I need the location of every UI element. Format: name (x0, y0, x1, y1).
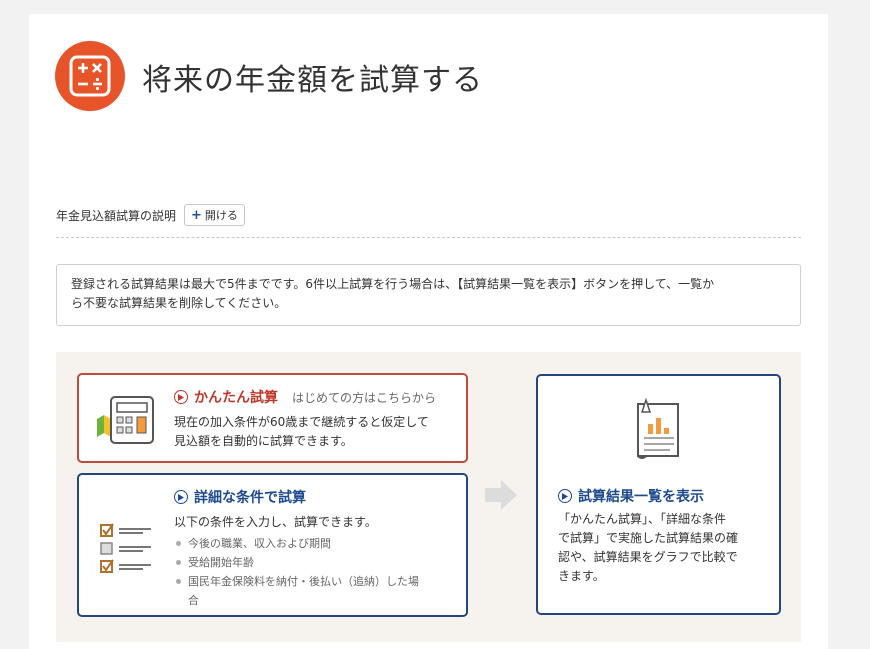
explain-row: 年金見込額試算の説明 + 開ける (56, 204, 245, 226)
easy-calculation-card[interactable]: かんたん試算 はじめての方はこちらから 現在の加入条件が60歳まで継続すると仮定… (77, 373, 468, 463)
easy-description: 現在の加入条件が60歳まで継続すると仮定して 見込額を自動的に試算できます。 (174, 413, 429, 451)
results-list-title: 試算結果一覧を表示 (558, 486, 704, 506)
list-item: 国民年金保険料を納付・後払い（追納）した場合 (174, 572, 419, 610)
list-item: 受給開始年齢 (174, 553, 419, 572)
page-title: 将来の年金額を試算する (142, 63, 483, 98)
options-panel: かんたん試算 はじめての方はこちらから 現在の加入条件が60歳まで継続すると仮定… (56, 352, 801, 642)
play-circle-icon (174, 390, 188, 404)
results-list-description: 「かんたん試算」、「詳細な条件 で試算」で実施した試算結果の確 認や、試算結果を… (558, 510, 738, 586)
open-button-label: 開ける (204, 209, 238, 222)
detail-title-text: 詳細な条件で試算 (194, 490, 306, 506)
explain-label: 年金見込額試算の説明 (56, 208, 177, 223)
notice-line-1: 登録される試算結果は最大で5件までです。6件以上試算を行う場合は、【試算結果一覧… (71, 277, 715, 291)
checklist-icon (99, 523, 155, 579)
open-button[interactable]: + 開ける (184, 204, 245, 226)
calculator-symbols-icon (55, 41, 125, 111)
list-desc-line: 認や、試算結果をグラフで比較で (558, 550, 738, 564)
list-title-text: 試算結果一覧を表示 (578, 489, 704, 505)
list-item-text-cont: 合 (188, 594, 199, 607)
list-item-text: 国民年金保険料を納付・後払い（追納）した場 (188, 575, 419, 588)
document-chart-icon (632, 397, 686, 464)
list-desc-line: 「かんたん試算」、「詳細な条件 (558, 512, 727, 526)
notice-line-2: ら不要な試算結果を削除してください。 (71, 296, 287, 310)
detailed-calculation-title: 詳細な条件で試算 (174, 487, 306, 507)
easy-desc-line-2: 見込額を自動的に試算できます。 (174, 434, 353, 448)
play-circle-icon (174, 490, 188, 504)
detail-condition-list: 今後の職業、収入および期間 受給開始年齢 国民年金保険料を納付・後払い（追納）し… (174, 534, 419, 610)
detailed-calculation-card[interactable]: 詳細な条件で試算 以下の条件を入力し、試算できます。 今後の職業、収入および期間… (77, 473, 468, 617)
list-desc-line: で試算」で実施した試算結果の確 (558, 531, 739, 545)
detail-description: 以下の条件を入力し、試算できます。 (174, 515, 377, 529)
results-list-card[interactable]: 試算結果一覧を表示 「かんたん試算」、「詳細な条件 で試算」で実施した試算結果の… (536, 374, 781, 615)
divider (56, 237, 801, 238)
calculator-icon (93, 393, 157, 451)
arrow-right-icon (483, 479, 519, 515)
plus-icon: + (191, 207, 202, 223)
list-desc-line: きます。 (558, 569, 605, 583)
list-item: 今後の職業、収入および期間 (174, 534, 419, 553)
easy-desc-line-1: 現在の加入条件が60歳まで継続すると仮定して (174, 415, 429, 429)
easy-title-text: かんたん試算 (194, 390, 278, 406)
easy-subtitle: はじめての方はこちらから (292, 390, 437, 405)
play-circle-icon (558, 489, 572, 503)
easy-calculation-title: かんたん試算 はじめての方はこちらから (174, 387, 436, 407)
notice-box: 登録される試算結果は最大で5件までです。6件以上試算を行う場合は、【試算結果一覧… (56, 264, 801, 326)
